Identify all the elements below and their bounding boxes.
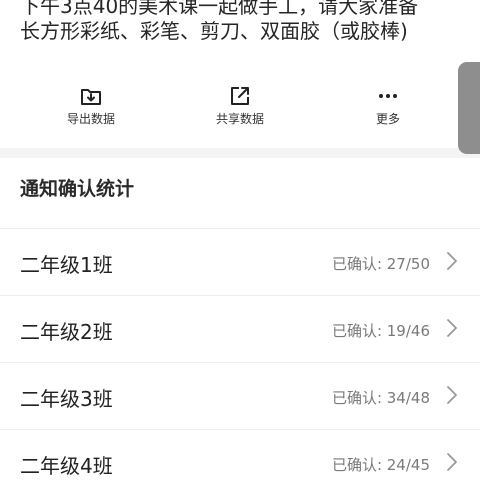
section-divider [0,148,480,158]
class-row-2[interactable]: 二年级2班 已确认: 19/46 [0,295,480,362]
class-row-3[interactable]: 二年级3班 已确认: 34/48 [0,362,480,429]
confirm-status: 已确认: 24/45 [331,456,430,474]
section-title: 通知确认统计 [20,178,135,200]
chevron-right-icon [447,252,457,270]
class-row-4[interactable]: 二年级4班 已确认: 24/45 [0,429,480,496]
more-label: 更多 [375,112,400,126]
export-data-label: 导出数据 [66,112,115,126]
more-dots-icon [379,94,397,98]
notice-line-2: 长方形彩纸、彩笔、剪刀、双面胶（或胶棒) [20,19,408,43]
notice-text: 下午3点40的美术课一起做手工，请大家准备 长方形彩纸、彩笔、剪刀、双面胶（或胶… [20,0,460,44]
scrollbar-thumb[interactable] [458,62,480,154]
class-name: 二年级4班 [20,454,113,478]
confirm-status: 已确认: 19/46 [331,322,430,340]
chevron-right-icon [447,386,457,404]
class-name: 二年级1班 [20,253,113,277]
notice-line-1: 下午3点40的美术课一起做手工，请大家准备 [20,0,419,18]
confirm-status: 已确认: 27/50 [331,255,430,273]
action-bar: 导出数据 共享数据 更多 [0,78,480,148]
chevron-right-icon [447,319,457,337]
export-data-button[interactable]: 导出数据 [36,78,146,127]
export-data-icon [81,89,101,105]
share-data-label: 共享数据 [215,112,264,126]
more-button[interactable]: 更多 [333,78,443,127]
class-name: 二年级2班 [20,320,113,344]
chevron-right-icon [447,453,457,471]
class-name: 二年级3班 [20,387,113,411]
share-data-button[interactable]: 共享数据 [185,78,295,127]
confirm-status: 已确认: 34/48 [331,389,430,407]
class-row-1[interactable]: 二年级1班 已确认: 27/50 [0,228,480,295]
share-icon [231,87,249,105]
